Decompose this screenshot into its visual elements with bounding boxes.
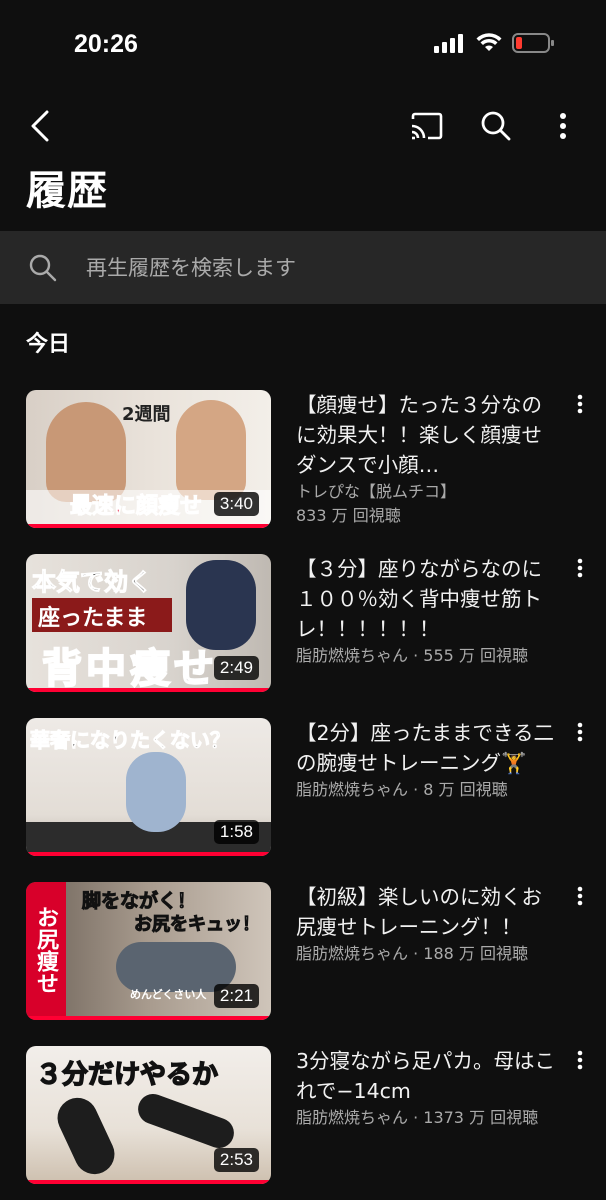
watch-progress-bar: [26, 1180, 271, 1184]
cast-button[interactable]: [406, 106, 448, 146]
video-item[interactable]: 本気で効く 座ったまま 背中痩せ 2:49 【３分】座りながらなのに１００％効く…: [0, 554, 606, 694]
thumbnail-overlay-text: 本気で効く: [32, 568, 153, 597]
video-item[interactable]: ３分だけやるか 2:53 3分寝ながら足パカ。母はこれで−14cm 脂肪燃焼ちゃ…: [0, 1046, 606, 1186]
more-vertical-icon: [577, 722, 583, 742]
more-vertical-icon: [560, 113, 566, 139]
video-meta[interactable]: 【初級】楽しいのに効くお尻痩せトレーニング！！ 脂肪燃焼ちゃん · 188 万 …: [296, 882, 558, 966]
status-bar: 20:26: [0, 0, 606, 90]
more-vertical-icon: [577, 886, 583, 906]
more-options-button[interactable]: [543, 106, 583, 146]
search-icon: [26, 251, 60, 285]
thumbnail-overlay-text: 脚をながく！: [81, 890, 197, 913]
video-channel: 脂肪燃焼ちゃん · 1373 万 回視聴: [296, 1108, 539, 1127]
thumbnail-overlay-text: 背中痩せ: [41, 645, 218, 692]
video-item[interactable]: 華奢になりたくない？ 1:58 【2分】座ったままできる二の腕痩せトレーニング🏋…: [0, 718, 606, 858]
video-thumbnail[interactable]: 華奢になりたくない？ 1:58: [26, 718, 271, 856]
signal-icon: [434, 33, 466, 57]
video-channel: 脂肪燃焼ちゃん · 188 万 回視聴: [296, 944, 528, 963]
app-bar: [0, 100, 606, 160]
video-title: 【３分】座りながらなのに１００％効く背中痩せ筋トレ！！！！！！: [296, 557, 542, 641]
section-heading-today: 今日: [26, 332, 71, 357]
video-menu-button[interactable]: [568, 720, 592, 744]
video-channel: トレぴな【脱ムチコ】: [296, 482, 457, 501]
video-thumbnail[interactable]: 脚をながく！ お尻をキュッ！ お尻痩せ めんどくさい人 2:21: [26, 882, 271, 1020]
video-thumbnail[interactable]: ３分だけやるか 2:53: [26, 1046, 271, 1184]
watch-progress-bar: [26, 1016, 271, 1020]
video-duration: 2:49: [213, 656, 259, 680]
video-channel: 脂肪燃焼ちゃん · 555 万 回視聴: [296, 646, 528, 665]
thumbnail-overlay-text: 華奢になりたくない？: [30, 728, 231, 753]
video-meta[interactable]: 3分寝ながら足パカ。母はこれで−14cm 脂肪燃焼ちゃん · 1373 万 回視…: [296, 1046, 558, 1130]
battery-icon: [512, 32, 556, 58]
video-title: 【初級】楽しいのに効くお尻痩せトレーニング！！: [296, 885, 542, 939]
thumbnail-overlay-text: 座ったまま: [38, 606, 148, 631]
video-meta[interactable]: 【３分】座りながらなのに１００％効く背中痩せ筋トレ！！！！！！ 脂肪燃焼ちゃん …: [296, 554, 558, 668]
status-time: 20:26: [74, 30, 138, 58]
video-item[interactable]: 2週間 最速に顔痩せ 3:40 【顔痩せ】たった３分なのに効果大！！楽しく顔痩せ…: [0, 390, 606, 530]
video-menu-button[interactable]: [568, 884, 592, 908]
history-search-bar[interactable]: [0, 231, 606, 304]
wifi-icon: [476, 33, 502, 57]
video-views: 833 万 回視聴: [296, 506, 401, 525]
watch-progress-bar: [26, 688, 271, 692]
video-menu-button[interactable]: [568, 556, 592, 580]
thumbnail-overlay-text: お尻をキュッ！: [134, 914, 261, 936]
watch-progress-bar: [26, 852, 271, 856]
video-title: 3分寝ながら足パカ。母はこれで−14cm: [296, 1049, 556, 1103]
video-duration: 2:21: [213, 984, 259, 1008]
thumbnail-overlay-text: 最速に顔痩せ: [69, 494, 203, 520]
video-duration: 1:58: [213, 820, 259, 844]
video-menu-button[interactable]: [568, 1048, 592, 1072]
status-icons: [434, 32, 556, 58]
video-duration: 2:53: [213, 1148, 259, 1172]
video-meta[interactable]: 【顔痩せ】たった３分なのに効果大！！楽しく顔痩せダンスで小顔… トレぴな【脱ムチ…: [296, 390, 558, 528]
more-vertical-icon: [577, 394, 583, 414]
search-button[interactable]: [475, 106, 517, 146]
video-menu-button[interactable]: [568, 392, 592, 416]
thumbnail-overlay-text: ３分だけやるか: [35, 1059, 219, 1091]
history-search-input[interactable]: [86, 255, 566, 280]
video-thumbnail[interactable]: 本気で効く 座ったまま 背中痩せ 2:49: [26, 554, 271, 692]
video-channel: 脂肪燃焼ちゃん · 8 万 回視聴: [296, 780, 508, 799]
thumbnail-overlay-text: めんどくさい人: [130, 988, 207, 1001]
page-title: 履歴: [26, 168, 108, 214]
back-icon: [31, 110, 49, 142]
video-thumbnail[interactable]: 2週間 最速に顔痩せ 3:40: [26, 390, 271, 528]
thumbnail-overlay-text: お尻痩せ: [33, 906, 58, 994]
more-vertical-icon: [577, 558, 583, 578]
video-meta[interactable]: 【2分】座ったままできる二の腕痩せトレーニング🏋️ 脂肪燃焼ちゃん · 8 万 …: [296, 718, 558, 802]
video-title: 【2分】座ったままできる二の腕痩せトレーニング🏋️: [296, 721, 555, 775]
watch-progress-bar: [26, 524, 271, 528]
search-icon: [481, 111, 511, 141]
cast-icon: [411, 112, 443, 140]
thumbnail-overlay-text: 2週間: [122, 404, 171, 425]
video-title: 【顔痩せ】たった３分なのに効果大！！楽しく顔痩せダンスで小顔…: [296, 393, 542, 477]
more-vertical-icon: [577, 1050, 583, 1070]
back-button[interactable]: [20, 106, 60, 146]
video-duration: 3:40: [213, 492, 259, 516]
video-item[interactable]: 脚をながく！ お尻をキュッ！ お尻痩せ めんどくさい人 2:21 【初級】楽しい…: [0, 882, 606, 1022]
